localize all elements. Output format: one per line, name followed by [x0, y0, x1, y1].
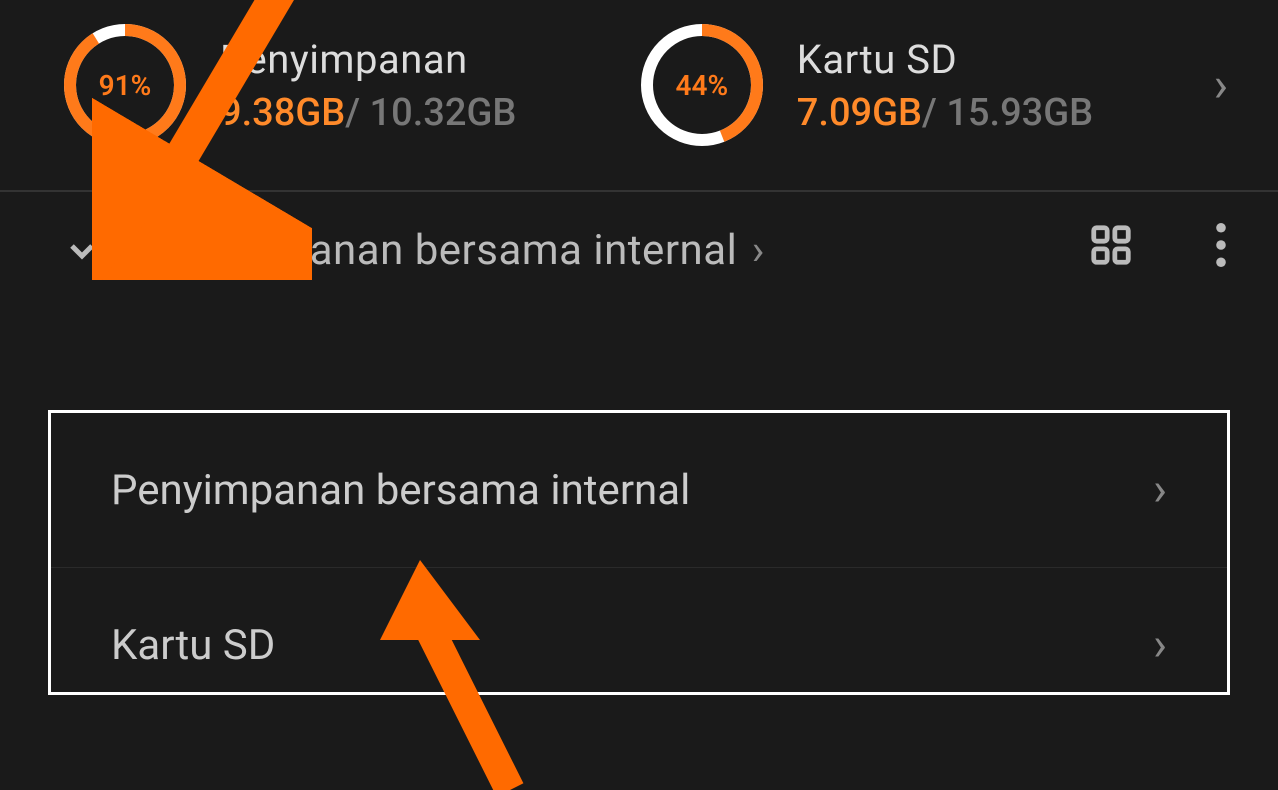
storage-item-sd[interactable]: 44% Kartu SD 7.09GB/ 15.93GB: [637, 20, 1144, 150]
storage-total-sd: 15.93GB: [946, 91, 1093, 135]
location-dropdown-toggle[interactable]: [60, 229, 104, 273]
storage-percent-sd: 44%: [637, 20, 767, 150]
storage-used-internal: 9.38GB: [220, 91, 345, 135]
storage-sep-sd: /: [922, 91, 937, 135]
chevron-right-icon: ›: [1153, 618, 1167, 672]
breadcrumb-chevron-icon: ›: [752, 226, 765, 275]
chevron-right-icon: ›: [1153, 463, 1167, 517]
grid-icon: [1088, 222, 1134, 268]
storage-sep-internal: /: [345, 91, 360, 135]
kebab-icon: [1214, 222, 1228, 268]
dropdown-item-sd[interactable]: Kartu SD ›: [51, 568, 1227, 692]
storage-item-internal[interactable]: 91% Penyimpanan 9.38GB/ 10.32GB: [60, 20, 567, 150]
chevron-down-icon: [62, 231, 102, 271]
dropdown-item-label: Kartu SD: [111, 621, 275, 670]
storage-total-internal: 10.32GB: [370, 91, 517, 135]
storage-row-chevron-icon[interactable]: ›: [1214, 61, 1238, 109]
breadcrumb-label: Penyimpanan bersama internal: [144, 226, 737, 275]
dropdown-item-label: Penyimpanan bersama internal: [111, 466, 690, 515]
storage-summary-row: 91% Penyimpanan 9.38GB/ 10.32GB 44% Kart…: [0, 0, 1278, 190]
storage-ring-internal: 91%: [60, 20, 190, 150]
storage-ring-sd: 44%: [637, 20, 767, 150]
view-grid-button[interactable]: [1088, 222, 1134, 279]
more-options-button[interactable]: [1214, 222, 1228, 279]
storage-title-sd: Kartu SD: [797, 36, 1093, 83]
breadcrumb[interactable]: Penyimpanan bersama internal ›: [144, 226, 764, 275]
location-row: Penyimpanan bersama internal ›: [0, 190, 1278, 309]
dropdown-item-internal[interactable]: Penyimpanan bersama internal ›: [51, 413, 1227, 568]
location-dropdown-panel: Penyimpanan bersama internal › Kartu SD …: [48, 410, 1230, 695]
storage-percent-internal: 91%: [60, 20, 190, 150]
storage-title-internal: Penyimpanan: [220, 36, 516, 83]
storage-used-sd: 7.09GB: [797, 91, 922, 135]
